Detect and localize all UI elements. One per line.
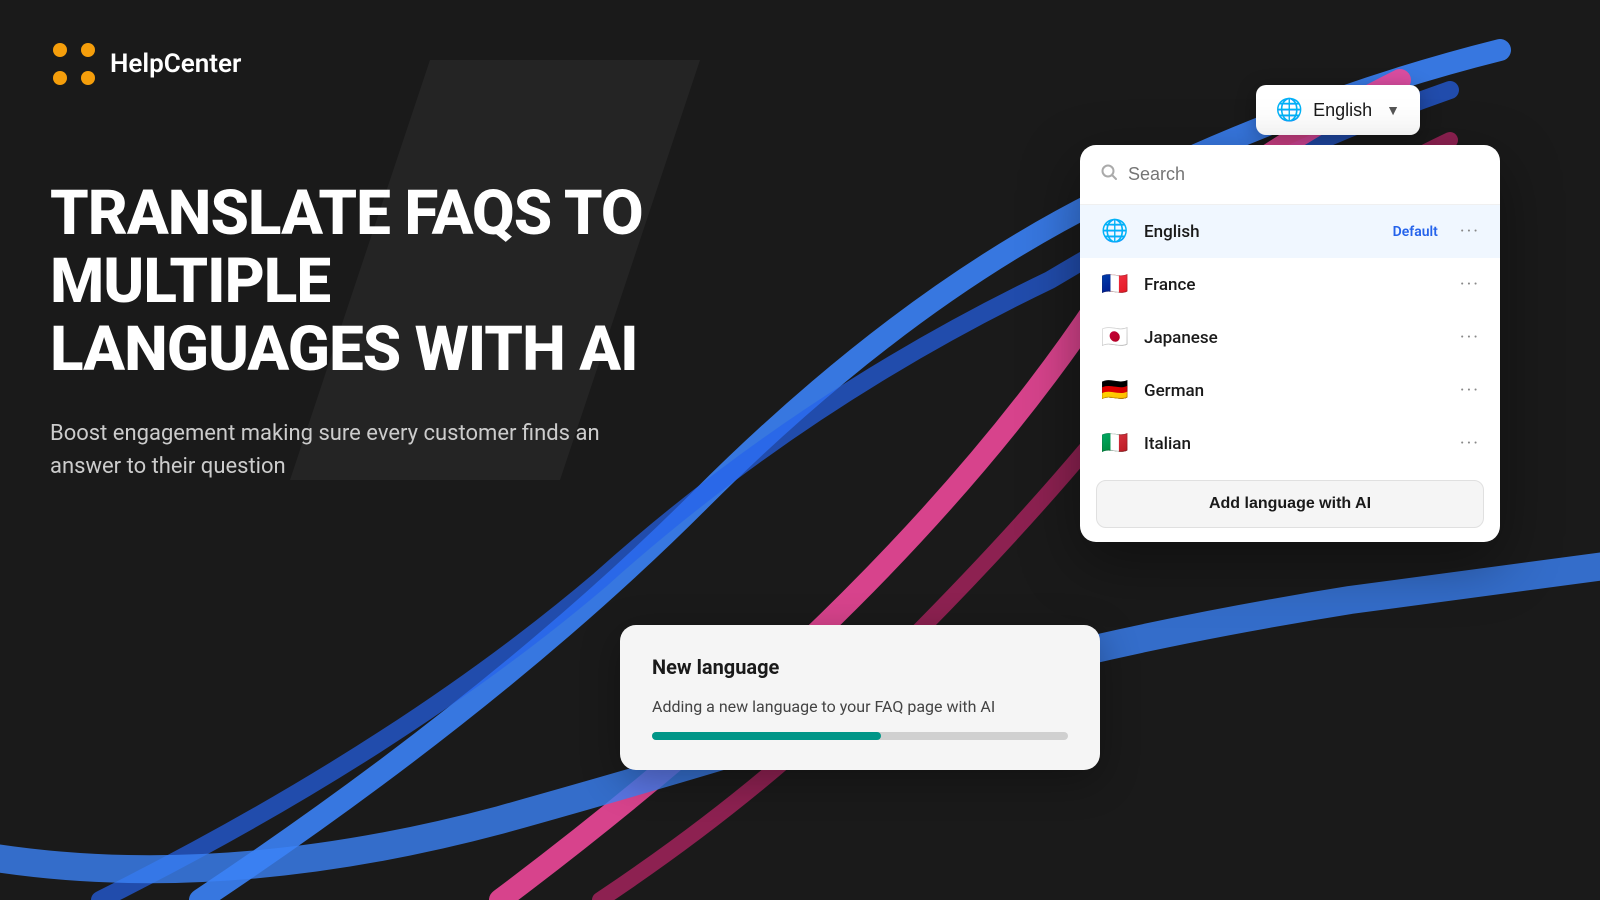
new-language-title: New language: [652, 655, 1068, 679]
more-options-icon[interactable]: ···: [1460, 380, 1480, 401]
language-selector-button[interactable]: 🌐 English ▼: [1256, 85, 1420, 135]
logo-icon: [50, 40, 98, 88]
new-language-card: New language Adding a new language to yo…: [620, 625, 1100, 770]
language-name: Japanese: [1144, 328, 1446, 348]
language-list: 🌐 English Default ··· 🇫🇷 France ··· 🇯🇵 Japanese ·…: [1080, 205, 1500, 470]
language-flag: 🇩🇪: [1100, 378, 1130, 403]
language-flag: 🇯🇵: [1100, 325, 1130, 350]
progress-bar-fill: [652, 732, 881, 740]
hero-subtitle: Boost engagement making sure every custo…: [50, 417, 670, 483]
language-flag: 🇮🇹: [1100, 431, 1130, 456]
more-options-icon[interactable]: ···: [1460, 327, 1480, 348]
hero-title: Translate FAQs to multiple languages wit…: [50, 180, 670, 385]
language-flag: 🌐: [1100, 219, 1130, 244]
logo-text: HelpCenter: [110, 49, 241, 79]
language-dropdown: 🌐 English Default ··· 🇫🇷 France ··· 🇯🇵 Japanese ·…: [1080, 145, 1500, 542]
progress-bar-background: [652, 732, 1068, 740]
globe-icon: 🌐: [1276, 97, 1303, 123]
language-name: Italian: [1144, 434, 1446, 454]
new-language-description: Adding a new language to your FAQ page w…: [652, 697, 1068, 716]
more-options-icon[interactable]: ···: [1460, 221, 1480, 242]
language-search-bar[interactable]: [1080, 145, 1500, 205]
language-list-item[interactable]: 🇩🇪 German ···: [1080, 364, 1500, 417]
default-badge: Default: [1393, 224, 1438, 240]
language-list-item[interactable]: 🇮🇹 Italian ···: [1080, 417, 1500, 470]
more-options-icon[interactable]: ···: [1460, 433, 1480, 454]
current-language-label: English: [1313, 100, 1372, 121]
language-name: France: [1144, 275, 1446, 295]
more-options-icon[interactable]: ···: [1460, 274, 1480, 295]
language-name: English: [1144, 222, 1379, 242]
hero-section: Translate FAQs to multiple languages wit…: [50, 180, 670, 483]
chevron-down-icon: ▼: [1386, 102, 1400, 118]
search-icon: [1100, 163, 1118, 186]
language-list-item[interactable]: 🇫🇷 France ···: [1080, 258, 1500, 311]
language-list-item[interactable]: 🇯🇵 Japanese ···: [1080, 311, 1500, 364]
language-list-item[interactable]: 🌐 English Default ···: [1080, 205, 1500, 258]
language-flag: 🇫🇷: [1100, 272, 1130, 297]
logo: HelpCenter: [50, 40, 241, 88]
language-name: German: [1144, 381, 1446, 401]
add-language-button[interactable]: Add language with AI: [1096, 480, 1484, 528]
search-input[interactable]: [1128, 164, 1480, 185]
